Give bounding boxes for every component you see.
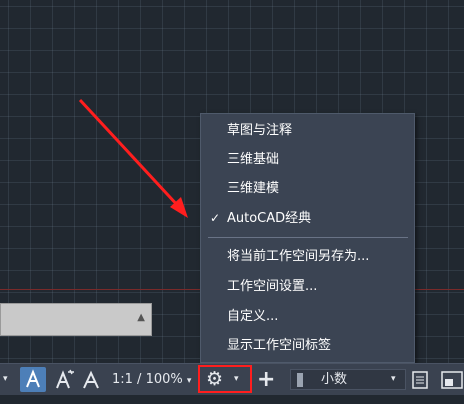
units-icon [297, 373, 303, 387]
fullscreen-icon [441, 371, 463, 389]
annotation-scale-icon [83, 370, 99, 389]
properties-icon [412, 371, 428, 389]
annotation-visibility-button[interactable] [20, 367, 46, 392]
auto-scale-icon [56, 369, 74, 389]
chevron-down-icon: ▾ [391, 374, 396, 384]
dropdown-arrow-icon[interactable]: ▾ [3, 364, 8, 395]
menu-separator [208, 237, 408, 238]
annotation-scale-icon-button[interactable] [80, 367, 102, 398]
menu-item-workspace-settings[interactable]: 工作空间设置... [201, 272, 414, 301]
menu-item-autocad-classic[interactable]: ✓ AutoCAD经典 [201, 204, 414, 233]
annotation-scale-dropdown[interactable]: 1:1 / 100% ▾ [112, 364, 191, 395]
annotation-scale-value: 1:1 / 100% [112, 372, 183, 387]
fullscreen-button[interactable] [441, 370, 463, 401]
checkmark-icon: ✓ [210, 211, 221, 225]
menu-item-drafting-annotation[interactable]: 草图与注释 [201, 116, 414, 145]
units-dropdown[interactable]: 小数 ▾ [290, 369, 406, 390]
menu-item-show-workspace-label[interactable]: 显示工作空间标签 [201, 331, 414, 360]
menu-item-3d-basics[interactable]: 三维基础 [201, 145, 414, 174]
menu-item-customize[interactable]: 自定义... [201, 302, 414, 331]
auto-scale-button[interactable] [52, 367, 76, 398]
gear-highlight-box [198, 365, 252, 393]
workspace-menu: 草图与注释 三维基础 三维建模 ✓ AutoCAD经典 将当前工作空间另存为..… [200, 113, 415, 363]
menu-item-3d-modeling[interactable]: 三维建模 [201, 174, 414, 203]
units-value: 小数 [321, 372, 348, 387]
chevron-down-icon: ▾ [186, 376, 192, 386]
annotation-icon [26, 369, 40, 388]
menu-item-save-workspace-as[interactable]: 将当前工作空间另存为... [201, 242, 414, 271]
properties-button[interactable] [412, 370, 428, 401]
plus-icon[interactable]: + [257, 364, 275, 395]
